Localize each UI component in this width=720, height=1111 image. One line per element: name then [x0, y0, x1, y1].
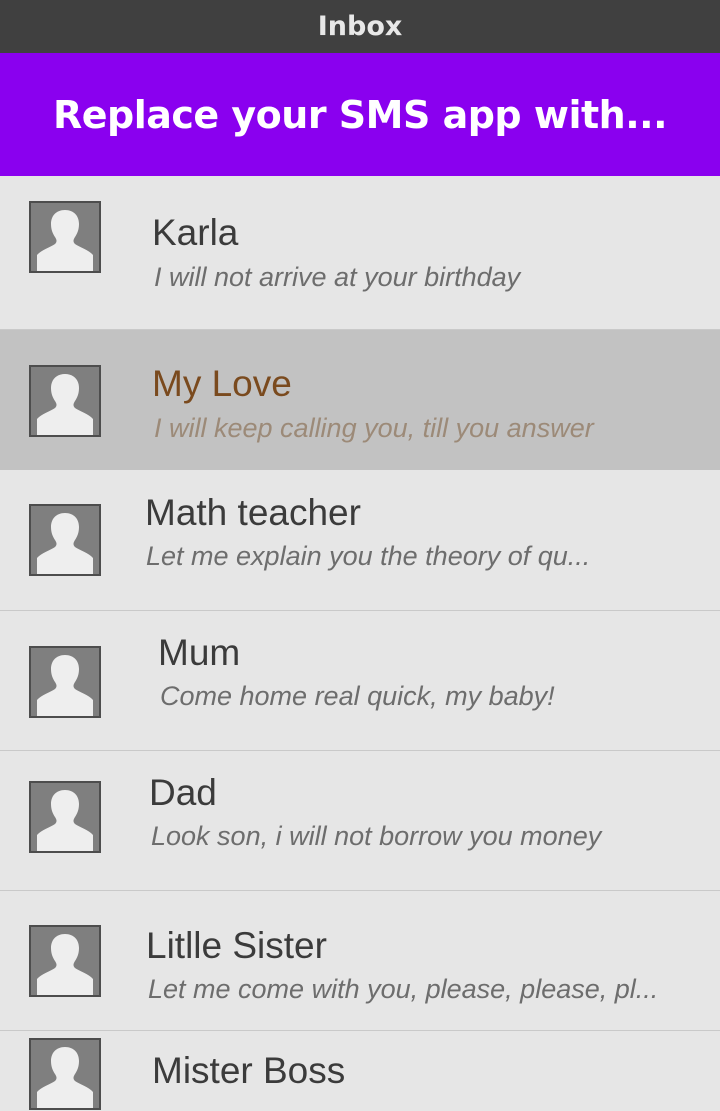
message-preview: I will keep calling you, till you answer — [154, 413, 594, 443]
person-avatar-icon — [29, 365, 101, 437]
conversation-item-mum[interactable]: Mum Come home real quick, my baby! — [0, 611, 720, 751]
message-preview: Come home real quick, my baby! — [160, 681, 555, 711]
title-bar: Inbox — [0, 0, 720, 53]
contact-name: Dad — [149, 772, 217, 813]
message-preview: Let me explain you the theory of qu... — [146, 541, 591, 571]
page-title: Inbox — [317, 11, 403, 42]
conversation-item-karla[interactable]: Karla I will not arrive at your birthday — [0, 176, 720, 330]
contact-name: Mister Boss — [152, 1050, 346, 1091]
person-avatar-icon — [29, 201, 101, 273]
conversation-item-dad[interactable]: Dad Look son, i will not borrow you mone… — [0, 751, 720, 891]
conversation-item-litlle-sister[interactable]: Litlle Sister Let me come with you, plea… — [0, 891, 720, 1031]
person-avatar-icon — [29, 1038, 101, 1110]
promo-banner-text: Replace your SMS app with... — [52, 92, 668, 137]
message-preview: I will not arrive at your birthday — [154, 262, 521, 292]
person-avatar-icon — [29, 925, 101, 997]
person-avatar-icon — [29, 504, 101, 576]
conversation-item-my-love[interactable]: My Love I will keep calling you, till yo… — [0, 330, 720, 470]
person-avatar-icon — [29, 646, 101, 718]
message-preview: Let me come with you, please, please, pl… — [148, 974, 659, 1004]
contact-name: My Love — [152, 363, 292, 404]
person-avatar-icon — [29, 781, 101, 853]
conversation-item-math-teacher[interactable]: Math teacher Let me explain you the theo… — [0, 470, 720, 611]
contact-name: Karla — [152, 212, 239, 253]
conversation-list: Karla I will not arrive at your birthday… — [0, 176, 720, 1111]
contact-name: Math teacher — [145, 492, 361, 533]
contact-name: Mum — [158, 632, 241, 673]
promo-banner[interactable]: Replace your SMS app with... — [0, 53, 720, 176]
message-preview: Look son, i will not borrow you money — [151, 821, 602, 851]
conversation-item-mister-boss[interactable]: Mister Boss — [0, 1031, 720, 1111]
contact-name: Litlle Sister — [146, 925, 327, 966]
